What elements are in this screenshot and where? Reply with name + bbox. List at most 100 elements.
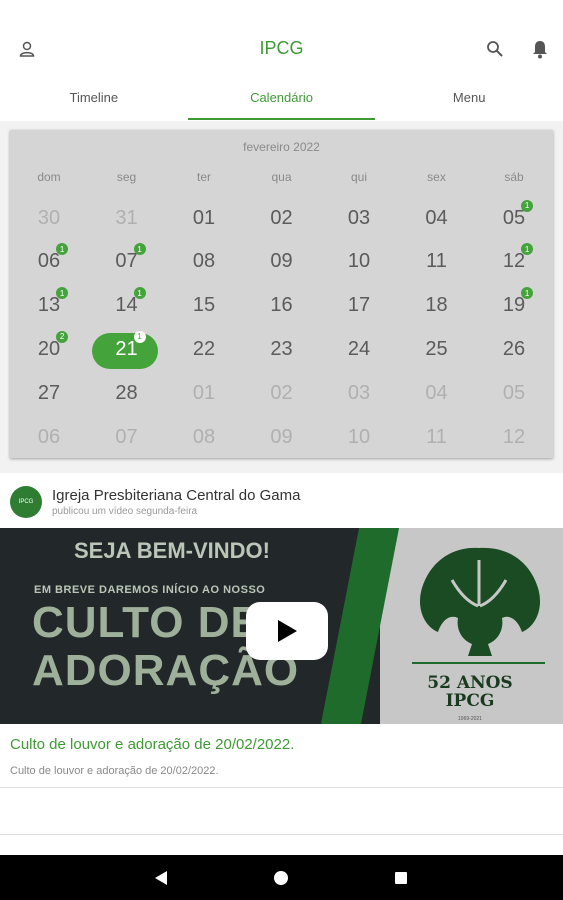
calendar-day[interactable]: 19 1 xyxy=(475,287,553,323)
calendar-month-title: fevereiro 2022 xyxy=(243,140,320,154)
back-triangle-icon xyxy=(155,871,167,885)
weekday-label: sex xyxy=(427,170,446,184)
calendar-day[interactable]: 24 xyxy=(320,332,398,366)
calendar-day[interactable]: 15 xyxy=(165,289,243,323)
calendar-day-number: 12 xyxy=(502,425,526,448)
calendar-day-number: 11 xyxy=(426,425,447,448)
avatar[interactable]: IPCG xyxy=(10,486,42,518)
calendar-day-number: 28 xyxy=(115,381,138,404)
calendar-day-number: 19 1 xyxy=(503,287,534,317)
video-badge-years: 52 ANOS xyxy=(427,673,513,693)
event-count-badge: 1 xyxy=(133,287,146,300)
calendar-day-number: 09 xyxy=(270,250,293,273)
calendar-day-selected[interactable]: 21 1 xyxy=(88,330,166,370)
tab-menu[interactable]: Menu xyxy=(375,80,563,120)
calendar-day[interactable]: 04 xyxy=(398,376,476,410)
calendar-day[interactable]: 31 xyxy=(88,201,166,235)
calendar-day[interactable]: 06 1 xyxy=(10,243,88,279)
calendar-day[interactable]: 10 xyxy=(320,420,398,454)
divider xyxy=(0,787,563,788)
calendar-day[interactable]: 28 xyxy=(88,376,166,410)
calendar-day-number: 08 xyxy=(192,250,216,273)
tab-timeline[interactable]: Timeline xyxy=(0,80,188,120)
weekday-label: seg xyxy=(116,170,137,184)
video-badge: 52 ANOS IPCG xyxy=(420,674,520,710)
calendar-day-number: 04 xyxy=(425,381,448,404)
calendar-day[interactable]: 04 xyxy=(398,201,476,235)
calendar-day-number: 02 xyxy=(270,206,293,229)
video-headline: SEJA BEM-VINDO! xyxy=(74,538,270,563)
calendar-day[interactable]: 07 xyxy=(88,420,166,454)
calendar-day-number: 02 xyxy=(270,381,293,404)
calendar-day[interactable]: 08 xyxy=(165,245,243,279)
calendar-day[interactable]: 09 xyxy=(243,245,321,279)
calendar-day[interactable]: 06 xyxy=(10,420,88,454)
event-count-badge: 1 xyxy=(521,287,534,300)
event-count-badge: 1 xyxy=(56,243,69,256)
post-subtitle: publicou um vídeo segunda-feira xyxy=(52,506,198,517)
calendar-day[interactable]: 16 xyxy=(243,289,321,323)
calendar-day-number: 05 1 xyxy=(503,199,534,230)
calendar-day[interactable]: 03 xyxy=(320,376,398,410)
post-author[interactable]: Igreja Presbiteriana Central do Gama xyxy=(52,487,300,504)
calendar-day[interactable]: 20 2 xyxy=(10,330,88,366)
calendar-day[interactable]: 02 xyxy=(243,201,321,235)
calendar-day-number: 08 xyxy=(192,425,216,448)
calendar-day-number: 30 xyxy=(37,206,61,229)
event-count-badge: 1 xyxy=(521,199,534,212)
calendar-day-number: 11 xyxy=(426,250,447,273)
search-button[interactable] xyxy=(479,33,511,65)
event-count-badge: 1 xyxy=(133,330,146,343)
calendar-day-number: 03 xyxy=(347,206,371,229)
calendar-day[interactable]: 01 xyxy=(165,376,243,410)
calendar-day[interactable]: 09 xyxy=(243,420,321,454)
calendar-day[interactable]: 03 xyxy=(320,201,398,235)
event-count-badge: 2 xyxy=(56,330,69,343)
calendar-day-number: 26 xyxy=(502,337,526,360)
calendar-day-number: 31 xyxy=(115,206,138,229)
calendar-day[interactable]: 05 1 xyxy=(475,199,553,235)
calendar-day-number: 20 2 xyxy=(38,330,69,361)
calendar-day[interactable]: 27 xyxy=(10,376,88,410)
calendar-day-number: 01 xyxy=(192,206,216,229)
calendar-day-number: 24 xyxy=(347,337,371,360)
calendar-day[interactable]: 02 xyxy=(243,376,321,410)
calendar-day-number: 22 xyxy=(192,337,216,360)
recents-button[interactable] xyxy=(391,868,411,888)
calendar-day[interactable]: 25 xyxy=(398,332,476,366)
bell-icon xyxy=(533,41,547,59)
calendar-day[interactable]: 17 xyxy=(320,289,398,323)
calendar-day-number: 05 xyxy=(502,381,526,404)
tab-calendario[interactable]: Calendário xyxy=(187,80,376,120)
calendar-day[interactable]: 18 xyxy=(398,289,476,323)
calendar-day[interactable]: 22 xyxy=(165,332,243,366)
notifications-button[interactable] xyxy=(524,33,556,65)
calendar-day[interactable]: 30 xyxy=(10,201,88,235)
back-button[interactable] xyxy=(151,868,171,888)
weekday-label: sáb xyxy=(504,170,524,184)
calendar-day-number: 27 xyxy=(37,381,61,404)
calendar-day[interactable]: 01 xyxy=(165,201,243,235)
calendar-day-number: 01 xyxy=(192,381,216,404)
calendar-day[interactable]: 26 xyxy=(475,332,553,366)
weekday-label: ter xyxy=(196,170,211,184)
calendar-day[interactable]: 08 xyxy=(165,420,243,454)
calendar-day-number: 25 xyxy=(425,337,448,360)
calendar-day[interactable]: 07 1 xyxy=(88,243,166,279)
calendar-day[interactable]: 13 1 xyxy=(10,287,88,323)
calendar-day[interactable]: 14 1 xyxy=(88,287,166,323)
calendar-day-number: 16 xyxy=(270,294,293,317)
recents-square-icon xyxy=(395,872,407,884)
calendar-day[interactable]: 12 xyxy=(475,420,553,454)
calendar-day[interactable]: 23 xyxy=(243,332,321,366)
calendar-section: fevereiro 2022 dom seg ter qua qui sex sáb 30 31… xyxy=(0,121,563,473)
home-button[interactable] xyxy=(271,868,291,888)
calendar-day[interactable]: 05 xyxy=(475,376,553,410)
calendar-day[interactable]: 12 1 xyxy=(475,243,553,279)
calendar-day[interactable]: 10 xyxy=(320,245,398,279)
calendar-day[interactable]: 11 xyxy=(398,420,476,454)
system-navigation-bar xyxy=(0,855,563,900)
post-title[interactable]: Culto de louvor e adoração de 20/02/2022… xyxy=(10,736,294,753)
calendar-day[interactable]: 11 xyxy=(398,245,476,279)
play-button[interactable] xyxy=(246,602,328,660)
